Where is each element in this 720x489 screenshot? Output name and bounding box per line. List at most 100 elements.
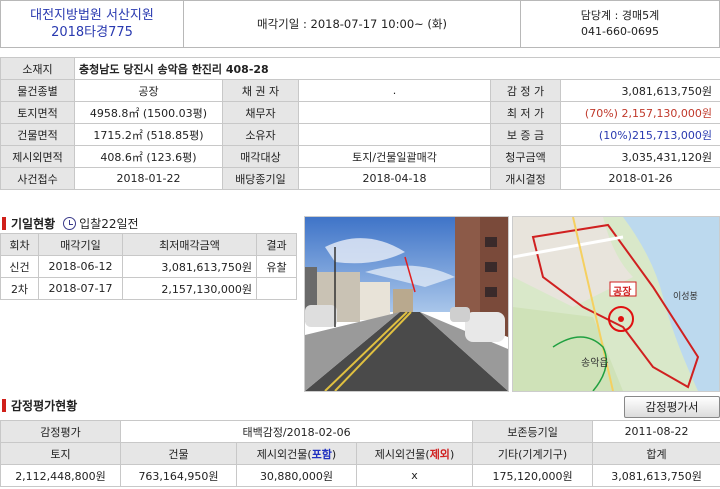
clock-icon <box>63 217 77 230</box>
appraisal-header-row: 토지 건물 제시외건물(포함) 제시외건물(제외) 기타(기계기구) 합계 <box>0 442 720 465</box>
location-map[interactable]: 공장 송악읍 이성봉 <box>512 216 720 392</box>
info-row: 제시외면적 408.6㎡ (123.6평) 매각대상 토지/건물일괄매각 청구금… <box>0 145 720 168</box>
court-name: 대전지방법원 서산지원 <box>30 8 154 23</box>
appraisal-report-button[interactable]: 감정평가서 <box>624 396 720 418</box>
land-value: 2,112,448,800원 <box>0 464 121 487</box>
info-value: 4958.8㎡ (1500.03평) <box>74 101 223 124</box>
history-date: 2018-07-17 <box>38 277 123 300</box>
info-label: 보 증 금 <box>490 123 561 146</box>
info-label: 소유자 <box>222 123 299 146</box>
info-label: 청구금액 <box>490 145 561 168</box>
location-map-image <box>512 216 719 392</box>
total-value: 3,081,613,750원 <box>592 464 720 487</box>
court-box: 대전지방법원 서산지원 2018타경775 <box>1 1 184 47</box>
included-mark: 포함 <box>311 447 332 461</box>
info-label: 사건접수 <box>0 167 75 190</box>
days-remaining: 입찰22일전 <box>79 217 139 231</box>
header-text: 제시외건물( <box>256 447 312 461</box>
appraised-value: 3,081,613,750원 <box>559 79 720 102</box>
auction-history-table: 회차 매각기일 최저매각금액 결과 신건 2018-06-12 3,081,61… <box>0 233 297 300</box>
info-value: 1715.2㎡ (518.85평) <box>74 123 223 146</box>
history-header: 결과 <box>256 233 297 256</box>
appraisal-agency: 태백감정/2018-02-06 <box>119 420 474 443</box>
extra-excluded-value: x <box>355 464 474 487</box>
info-row: 물건종별 공장 채 권 자 . 감 정 가 3,081,613,750원 <box>0 79 720 102</box>
appraisal-label: 감정평가 <box>0 420 121 443</box>
registration-date: 2011-08-22 <box>592 420 720 443</box>
info-label: 최 저 가 <box>490 101 561 124</box>
info-label: 건물면적 <box>0 123 75 146</box>
history-header-row: 회차 매각기일 최저매각금액 결과 <box>0 233 297 256</box>
info-row: 사건접수 2018-01-22 배당종기일 2018-04-18 개시결정 20… <box>0 167 720 190</box>
info-value: 408.6㎡ (123.6평) <box>74 145 223 168</box>
auction-date: 매각기일 : 2018-07-17 10:00~ (화) <box>184 1 521 47</box>
history-round: 신건 <box>0 255 39 278</box>
department: 담당계 : 경매5계 <box>580 9 660 22</box>
history-round: 2차 <box>0 277 39 300</box>
info-label: 개시결정 <box>490 167 561 190</box>
case-header: 대전지방법원 서산지원 2018타경775 매각기일 : 2018-07-17 … <box>0 0 720 48</box>
debtor-value <box>298 101 491 124</box>
history-header: 최저매각금액 <box>122 233 257 256</box>
address-label: 소재지 <box>0 57 75 80</box>
info-label: 토지면적 <box>0 101 75 124</box>
extra-included-value: 30,880,000원 <box>236 464 357 487</box>
appraisal-header: 건물 <box>120 442 237 465</box>
street-photo[interactable] <box>304 216 509 392</box>
info-label: 감 정 가 <box>490 79 561 102</box>
phone-number: 041-660-0695 <box>581 25 659 38</box>
map-place: 이성봉 <box>673 292 698 302</box>
street-photo-image <box>305 217 508 392</box>
history-amount: 2,157,130,000원 <box>122 277 257 300</box>
info-label: 매각대상 <box>222 145 299 168</box>
excluded-mark: 제외 <box>429 447 450 461</box>
info-label: 배당종기일 <box>222 167 299 190</box>
address-row: 소재지 충청남도 당진시 송악읍 한진리 408-28 <box>0 57 720 80</box>
map-label: 공장 <box>613 287 632 298</box>
appraisal-header: 제시외건물(포함) <box>236 442 357 465</box>
section-marker <box>2 399 6 412</box>
sale-target-value: 토지/건물일괄매각 <box>298 145 491 168</box>
address-value: 충청남도 당진시 송악읍 한진리 408-28 <box>73 57 720 80</box>
appraisal-table: 감정평가 태백감정/2018-02-06 보존등기일 2011-08-22 토지… <box>0 420 720 487</box>
header-text: 제시외건물( <box>374 447 430 461</box>
appraisal-header: 기타(기계기구) <box>472 442 594 465</box>
history-row: 2차 2018-07-17 2,157,130,000원 <box>0 277 297 300</box>
history-header: 매각기일 <box>38 233 123 256</box>
info-value: 공장 <box>74 79 223 102</box>
schedule-title-text: 기일현황 <box>11 217 56 231</box>
info-value: 2018-01-22 <box>74 167 223 190</box>
history-result: 유찰 <box>256 255 297 278</box>
contact-box: 담당계 : 경매5계 041-660-0695 <box>521 1 719 47</box>
appraisal-title-text: 감정평가현황 <box>11 399 78 413</box>
history-header: 회차 <box>0 233 39 256</box>
info-label: 채무자 <box>222 101 299 124</box>
minimum-price-value: (70%) 2,157,130,000원 <box>559 101 720 124</box>
machinery-value: 175,120,000원 <box>472 464 594 487</box>
info-label: 채 권 자 <box>222 79 299 102</box>
creditor-value: . <box>298 79 491 102</box>
info-row: 건물면적 1715.2㎡ (518.85평) 소유자 보 증 금 (10%)21… <box>0 123 720 146</box>
info-label: 제시외면적 <box>0 145 75 168</box>
registration-label: 보존등기일 <box>472 420 594 443</box>
appraisal-value-row: 2,112,448,800원 763,164,950원 30,880,000원 … <box>0 464 720 487</box>
history-result <box>256 277 297 300</box>
history-amount: 3,081,613,750원 <box>122 255 257 278</box>
appraisal-summary-row: 감정평가 태백감정/2018-02-06 보존등기일 2011-08-22 <box>0 420 720 443</box>
header-text: ) <box>449 447 455 461</box>
appraisal-section-title: 감정평가현황 <box>2 397 77 414</box>
map-place: 송악읍 <box>581 358 609 369</box>
schedule-section-title: 기일현황 입찰22일전 <box>2 215 139 232</box>
appraisal-header: 합계 <box>592 442 720 465</box>
commencement-date-value: 2018-01-26 <box>559 167 720 190</box>
property-info-table: 소재지 충청남도 당진시 송악읍 한진리 408-28 물건종별 공장 채 권 … <box>0 57 720 190</box>
appraisal-header: 토지 <box>0 442 121 465</box>
claim-amount-value: 3,035,431,120원 <box>559 145 720 168</box>
case-number: 2018타경775 <box>51 25 133 40</box>
header-text: ) <box>331 447 337 461</box>
section-marker <box>2 217 6 230</box>
owner-value <box>298 123 491 146</box>
building-value: 763,164,950원 <box>120 464 237 487</box>
info-label: 물건종별 <box>0 79 75 102</box>
info-row: 토지면적 4958.8㎡ (1500.03평) 채무자 최 저 가 (70%) … <box>0 101 720 124</box>
